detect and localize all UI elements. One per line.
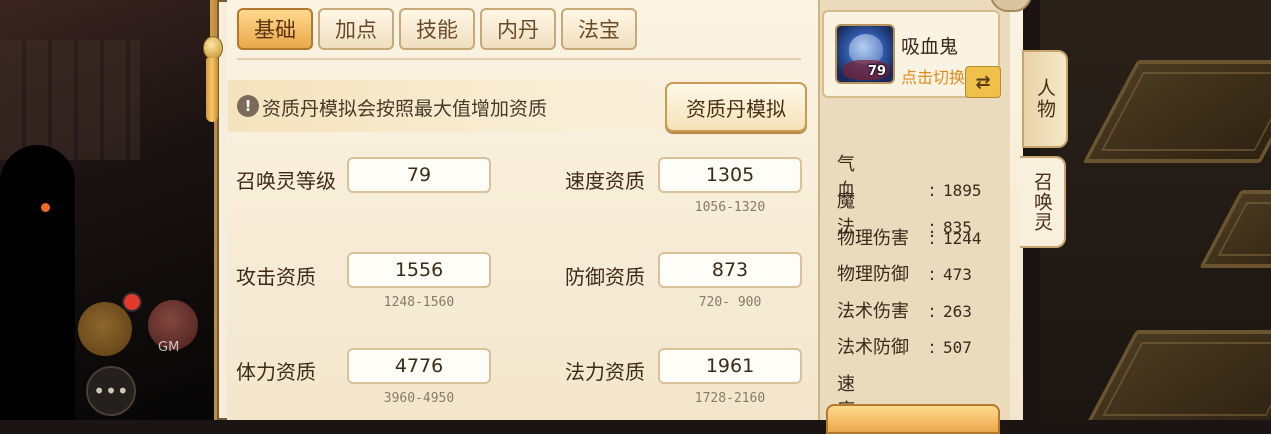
tassel-ornament xyxy=(200,0,224,125)
tab-basic[interactable]: 基础 xyxy=(237,8,313,50)
stat-magic-dmg: 法术伤害:263 xyxy=(837,297,972,323)
speed-field[interactable]: 1305 xyxy=(658,157,802,193)
stat-value: 507 xyxy=(943,338,972,357)
aptitude-pill-simulate-button[interactable]: 资质丹模拟 xyxy=(665,82,807,132)
stat-label: 法术防御 xyxy=(837,337,909,358)
tab-bar: 基础 加点 技能 内丹 法宝 xyxy=(237,8,637,50)
team-avatar[interactable] xyxy=(78,302,132,356)
defense-label: 防御资质 xyxy=(565,265,645,289)
stat-value: 473 xyxy=(943,265,972,284)
mana-range: 1728-2160 xyxy=(694,391,766,406)
stamina-label: 体力资质 xyxy=(236,360,316,384)
pet-level: 79 xyxy=(868,64,887,79)
attack-range: 1248-1560 xyxy=(383,295,455,310)
stamina-field[interactable]: 4776 xyxy=(347,348,491,384)
tab-summon[interactable]: 召唤灵 xyxy=(1020,156,1066,248)
bottom-action-button[interactable] xyxy=(826,404,1000,434)
tab-person-label: 人物 xyxy=(1034,78,1056,120)
attack-label: 攻击资质 xyxy=(236,265,316,289)
stat-label: 物理防御 xyxy=(837,264,909,285)
divider xyxy=(237,58,801,60)
notice-text: 资质丹模拟会按照最大值增加资质 xyxy=(262,98,548,120)
pet-name: 吸血鬼 xyxy=(901,36,959,58)
tab-add-points[interactable]: 加点 xyxy=(318,8,394,50)
speed-label: 速度资质 xyxy=(565,169,645,193)
chat-icon[interactable]: ••• xyxy=(86,366,136,416)
stat-phys-dmg: 物理伤害:1244 xyxy=(837,224,982,250)
stat-label: 法术伤害 xyxy=(837,301,909,322)
tab-person[interactable]: 人物 xyxy=(1022,50,1068,148)
stat-magic-def: 法术防御:507 xyxy=(837,333,972,359)
scene-wall xyxy=(0,40,140,160)
stamina-range: 3960-4950 xyxy=(383,391,455,406)
defense-field[interactable]: 873 xyxy=(658,252,802,288)
level-label: 召唤灵等级 xyxy=(236,169,336,193)
stat-value: 263 xyxy=(943,302,972,321)
tab-treasure[interactable]: 法宝 xyxy=(561,8,637,50)
scene-character-silhouette xyxy=(0,145,75,420)
speed-range: 1056-1320 xyxy=(694,200,766,215)
switch-pet-link[interactable]: 点击切换 xyxy=(901,64,965,88)
swap-icon[interactable]: ⇄ xyxy=(965,66,1001,98)
tab-neidan[interactable]: 内丹 xyxy=(480,8,556,50)
info-icon: ! xyxy=(237,95,259,117)
mana-field[interactable]: 1961 xyxy=(658,348,802,384)
attack-field[interactable]: 1556 xyxy=(347,252,491,288)
level-field[interactable]: 79 xyxy=(347,157,491,193)
mana-label: 法力资质 xyxy=(565,360,645,384)
tab-skills[interactable]: 技能 xyxy=(399,8,475,50)
defense-range: 720- 900 xyxy=(698,295,762,310)
minimap-dot xyxy=(41,203,50,212)
stat-value: 1244 xyxy=(943,229,982,248)
gm-label: GM xyxy=(158,340,180,355)
notification-dot xyxy=(122,292,142,312)
stat-label: 物理伤害 xyxy=(837,228,909,249)
stat-phys-def: 物理防御:473 xyxy=(837,260,972,286)
tab-summon-label: 召唤灵 xyxy=(1031,172,1053,232)
